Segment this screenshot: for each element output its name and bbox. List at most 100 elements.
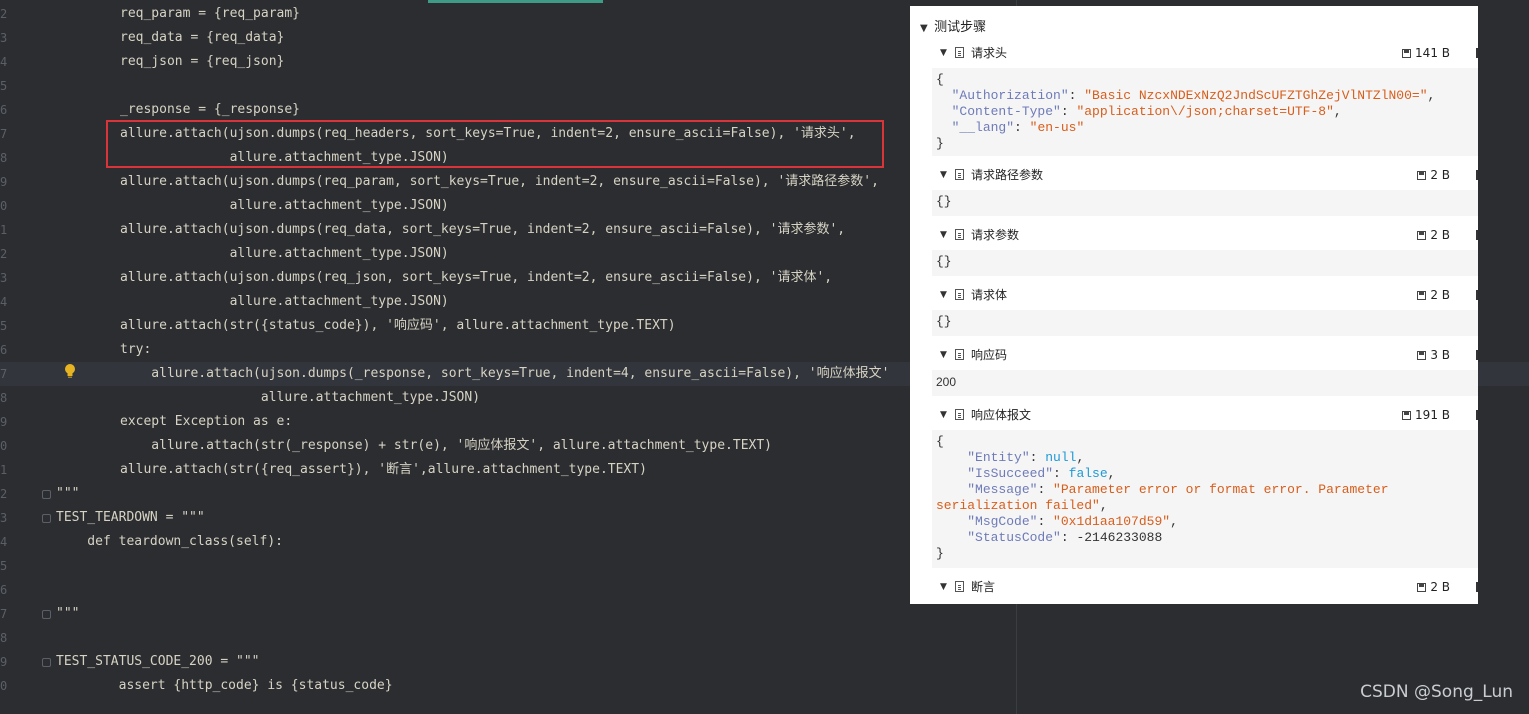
attachment-size: 2 B (1417, 576, 1450, 598)
file-icon (955, 229, 964, 240)
fold-marker-icon[interactable] (42, 610, 51, 619)
attachment-header-request-body[interactable]: ▼ 请求体 2 B (940, 284, 1478, 306)
expand-icon[interactable] (1470, 230, 1478, 240)
attachment-header-status-code[interactable]: ▼ 响应码 3 B (940, 344, 1478, 366)
code-text[interactable]: """ (56, 602, 79, 626)
line-number: 3 (0, 511, 8, 525)
attachment-size: 141 B (1402, 42, 1450, 64)
save-icon[interactable] (1402, 411, 1412, 420)
attachment-size: 2 B (1417, 164, 1450, 186)
attachment-name: 请求头 (971, 46, 1008, 60)
lightbulb-icon[interactable] (64, 363, 76, 379)
file-icon (955, 169, 964, 180)
save-icon[interactable] (1417, 291, 1427, 300)
attachment-name: 请求参数 (971, 228, 1020, 242)
code-line[interactable]: 0 assert {http_code} is {status_code} (0, 674, 1529, 698)
code-text[interactable]: def teardown_class(self): (56, 530, 283, 554)
panel-title[interactable]: ▼ 测试步骤 (920, 16, 986, 35)
code-text[interactable]: allure.attach(str({req_assert}), '断言',al… (120, 458, 647, 482)
line-number: 6 (0, 103, 8, 117)
code-text[interactable]: allure.attach(ujson.dumps(_response, sor… (120, 362, 889, 386)
line-number: 4 (0, 295, 8, 309)
attachment-header-request-params[interactable]: ▼ 请求参数 2 B (940, 224, 1478, 246)
code-text[interactable]: allure.attachment_type.JSON) (120, 290, 449, 314)
code-text[interactable]: allure.attachment_type.JSON) (120, 242, 449, 266)
code-text[interactable]: except Exception as e: (120, 410, 292, 434)
code-text[interactable]: allure.attach(ujson.dumps(req_param, sor… (120, 170, 879, 194)
code-text[interactable]: """ (56, 482, 79, 506)
highlight-box (106, 120, 884, 168)
panel-title-text: 测试步骤 (934, 20, 987, 35)
code-text[interactable]: _response = {_response} (120, 98, 300, 122)
code-text[interactable]: TEST_TEARDOWN = """ (56, 506, 205, 530)
code-text[interactable]: try: (120, 338, 151, 362)
attachment-header-assertion[interactable]: ▼ 断言 2 B (940, 576, 1478, 598)
attachment-size: 2 B (1417, 224, 1450, 246)
line-number: 0 (0, 439, 8, 453)
attachment-name: 请求路径参数 (971, 168, 1044, 182)
line-number: 9 (0, 415, 8, 429)
chevron-down-icon: ▼ (940, 410, 947, 420)
allure-test-steps-panel: ▼ 测试步骤 ▼ 请求头 141 B { "Authorization": "B… (910, 6, 1478, 604)
line-number: 0 (0, 679, 8, 693)
code-text[interactable]: allure.attach(str(_response) + str(e), '… (120, 434, 772, 458)
code-line[interactable]: 8 (0, 626, 1529, 650)
code-line[interactable]: 9 TEST_STATUS_CODE_200 = """ (0, 650, 1529, 674)
line-number: 8 (0, 631, 8, 645)
code-text[interactable]: req_data = {req_data} (120, 26, 284, 50)
line-number: 2 (0, 247, 8, 261)
chevron-down-icon: ▼ (940, 170, 947, 180)
code-text[interactable]: allure.attachment_type.JSON) (120, 386, 480, 410)
file-icon (955, 409, 964, 420)
line-number: 5 (0, 319, 8, 333)
save-icon[interactable] (1417, 231, 1427, 240)
attachment-body-path-params: {} (932, 190, 1478, 216)
fold-marker-icon[interactable] (42, 658, 51, 667)
attachment-name: 响应码 (971, 348, 1008, 362)
line-number: 6 (0, 583, 8, 597)
attachment-header-request-headers[interactable]: ▼ 请求头 141 B (940, 42, 1478, 64)
code-text[interactable]: allure.attach(ujson.dumps(req_json, sort… (120, 266, 832, 290)
line-number: 9 (0, 655, 8, 669)
attachment-header-response-body[interactable]: ▼ 响应体报文 191 B (940, 404, 1478, 426)
expand-icon[interactable] (1470, 350, 1478, 360)
attachment-header-path-params[interactable]: ▼ 请求路径参数 2 B (940, 164, 1478, 186)
expand-icon[interactable] (1470, 582, 1478, 592)
line-number: 3 (0, 271, 8, 285)
save-icon[interactable] (1402, 49, 1412, 58)
line-number: 1 (0, 463, 8, 477)
expand-icon[interactable] (1470, 290, 1478, 300)
code-line[interactable]: 7 """ (0, 602, 1529, 626)
line-number: 4 (0, 535, 8, 549)
code-text[interactable]: req_json = {req_json} (120, 50, 284, 74)
attachment-name: 请求体 (971, 288, 1008, 302)
code-text[interactable]: allure.attach(str({status_code}), '响应码',… (120, 314, 676, 338)
line-number: 5 (0, 559, 8, 573)
code-text[interactable]: allure.attachment_type.JSON) (120, 194, 449, 218)
fold-marker-icon[interactable] (42, 490, 51, 499)
file-icon (955, 47, 964, 58)
attachment-size: 191 B (1402, 404, 1450, 426)
attachment-size: 3 B (1417, 344, 1450, 366)
expand-icon[interactable] (1470, 48, 1478, 58)
line-number: 1 (0, 223, 8, 237)
line-number: 5 (0, 79, 8, 93)
save-icon[interactable] (1417, 171, 1427, 180)
file-icon (955, 349, 964, 360)
save-icon[interactable] (1417, 351, 1427, 360)
attachment-size: 2 B (1417, 284, 1450, 306)
expand-icon[interactable] (1470, 170, 1478, 180)
save-icon[interactable] (1417, 583, 1427, 592)
code-text[interactable]: TEST_STATUS_CODE_200 = """ (56, 650, 260, 674)
line-number: 8 (0, 391, 8, 405)
expand-icon[interactable] (1470, 410, 1478, 420)
attachment-name: 响应体报文 (971, 408, 1032, 422)
line-number: 6 (0, 343, 8, 357)
line-number: 2 (0, 487, 8, 501)
code-text[interactable]: req_param = {req_param} (120, 2, 300, 26)
fold-marker-icon[interactable] (42, 514, 51, 523)
code-text[interactable]: assert {http_code} is {status_code} (56, 674, 393, 698)
line-number: 3 (0, 31, 8, 45)
code-text[interactable]: allure.attach(ujson.dumps(req_data, sort… (120, 218, 845, 242)
chevron-down-icon: ▼ (940, 350, 947, 360)
